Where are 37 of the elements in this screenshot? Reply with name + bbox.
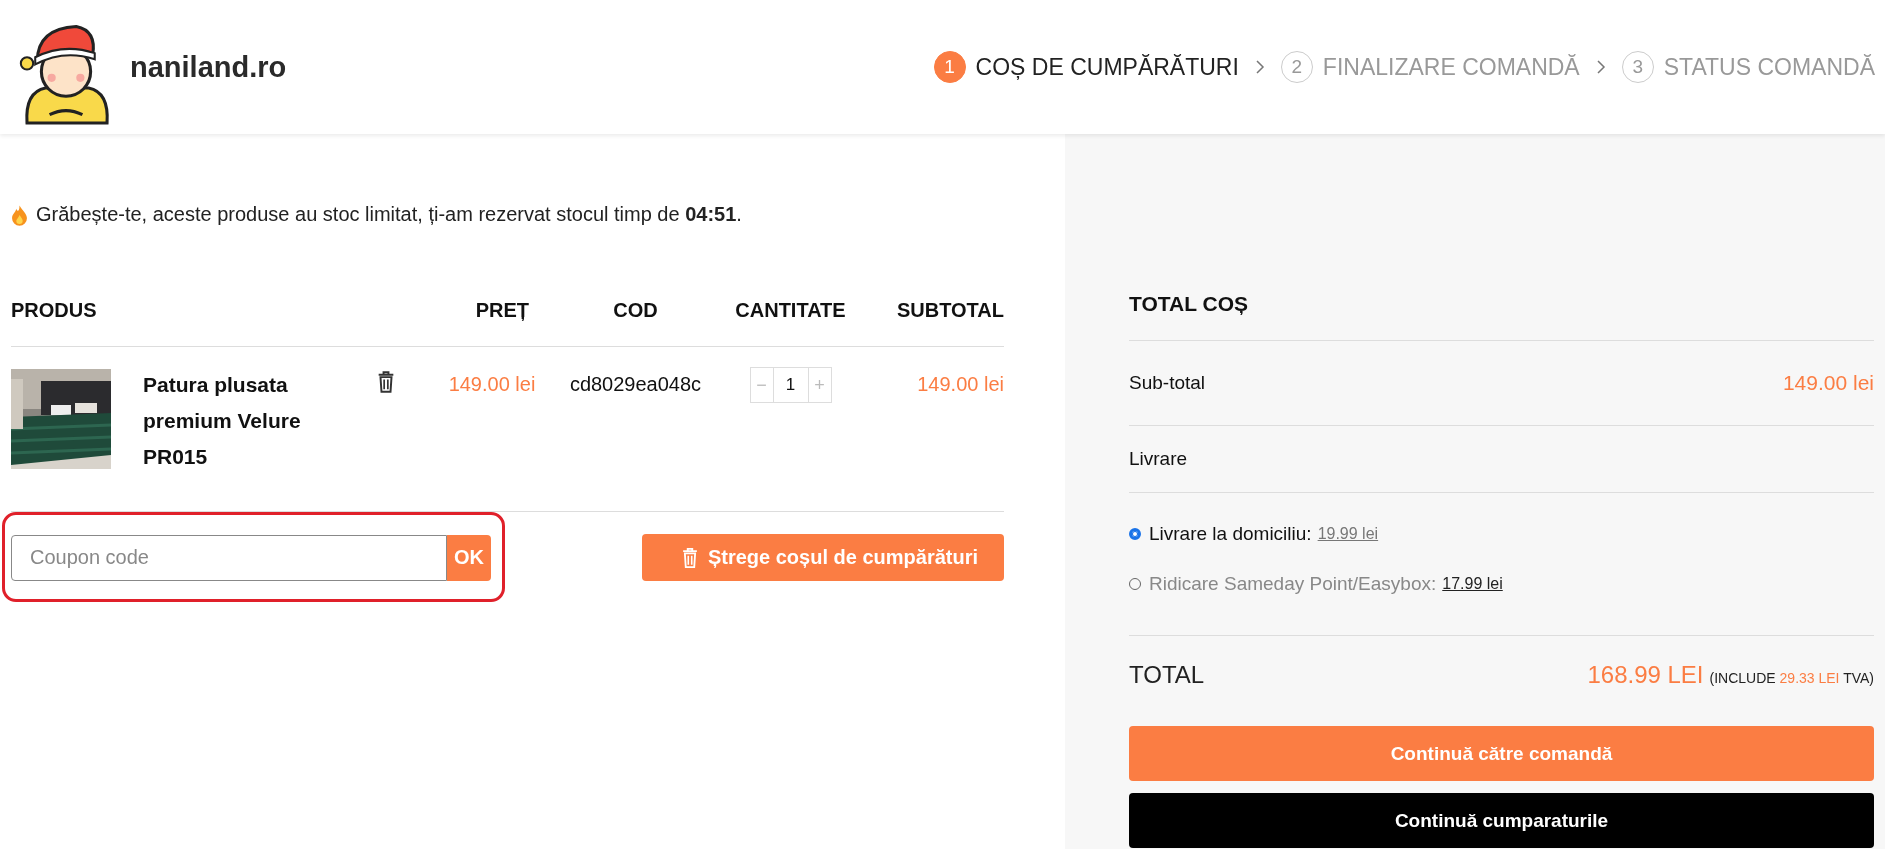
trash-icon[interactable] — [377, 371, 395, 393]
total-value: 168.99 LEI — [1587, 661, 1704, 689]
product-name[interactable]: Patura plusata premium Velure PR015 — [143, 367, 333, 475]
shipping-option-label[interactable]: Ridicare Sameday Point/Easybox: — [1149, 573, 1437, 595]
clear-cart-button[interactable]: Ștrege coșul de cumpărături — [641, 534, 1004, 581]
chevron-right-icon — [1254, 59, 1265, 75]
radio-button[interactable] — [1129, 528, 1141, 540]
vat-note: (INCLUDE 29.33 LEI TVA) — [1709, 670, 1874, 686]
quantity-value[interactable]: 1 — [772, 368, 809, 402]
product-code: cd8029ea048c — [568, 372, 703, 396]
shipping-option-label[interactable]: Livrare la domiciliu: — [1149, 523, 1312, 545]
product-price: 149.00 lei — [447, 372, 537, 396]
summary-title: TOTAL COȘ — [1129, 268, 1874, 341]
shipping-price: 17.99 lei — [1442, 575, 1503, 593]
flame-icon — [11, 203, 28, 226]
checkout-step[interactable]: 1 COȘ DE CUMPĂRĂTURI — [933, 51, 1239, 83]
trash-icon — [681, 546, 698, 569]
column-header: PRODUS — [11, 298, 98, 322]
column-header: CANTITATE — [734, 298, 847, 322]
subtotal-label: Sub-total — [1129, 372, 1206, 394]
shipping-label: Livrare — [1129, 448, 1188, 470]
apply-coupon-button[interactable]: OK — [447, 534, 491, 581]
checkout-button[interactable]: Continuă către comandă — [1129, 726, 1874, 781]
brand-name[interactable]: naniland.ro — [130, 50, 287, 84]
subtotal-value: 149.00 lei — [1782, 371, 1874, 395]
continue-shopping-button[interactable]: Continuă cumparaturile — [1129, 793, 1874, 848]
product-subtotal: 149.00 lei — [916, 372, 1004, 396]
total-label: TOTAL — [1129, 661, 1205, 689]
column-header: PREȚ — [474, 298, 530, 322]
column-header: COD — [612, 298, 659, 322]
column-header: SUBTOTAL — [895, 298, 1004, 322]
coupon-code-field[interactable]: Coupon code — [11, 534, 447, 581]
chevron-right-icon — [1595, 59, 1606, 75]
checkout-step[interactable]: 3 STATUS COMANDĂ — [1621, 51, 1875, 83]
checkout-step[interactable]: 2 FINALIZARE COMANDĂ — [1280, 51, 1580, 83]
shipping-price: 19.99 lei — [1317, 525, 1379, 543]
stock-timer-notice: Grăbește-te, aceste produse au stoc limitat, ți-am rezervat stocul timp de 04:51. — [36, 203, 742, 226]
